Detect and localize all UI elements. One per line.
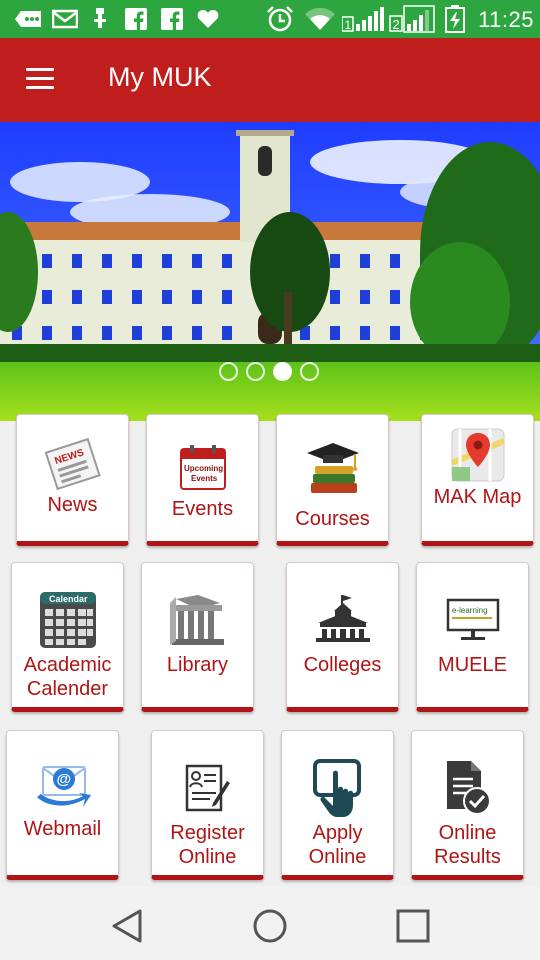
tile-colleges[interactable]: Colleges (286, 562, 399, 712)
app-bar: My MUK (0, 38, 540, 122)
tile-webmail[interactable]: @ Webmail (6, 730, 119, 880)
tile-label: Webmail (23, 818, 102, 840)
system-nav-bar (0, 886, 540, 960)
tile-label: Library (166, 654, 229, 676)
carousel-dot-1[interactable] (219, 362, 238, 381)
banner-carousel[interactable] (0, 122, 540, 421)
tile-courses[interactable]: Courses (276, 414, 389, 546)
recents-square-icon[interactable] (393, 906, 433, 946)
status-time: 11:25 (478, 7, 534, 32)
messaging-icon (14, 7, 44, 31)
calendar-icon: Calendar (39, 592, 96, 648)
tile-label: Register Online (170, 822, 245, 868)
home-circle-icon[interactable] (250, 906, 290, 946)
facebook-icon (124, 7, 148, 31)
wifi-icon (304, 7, 336, 31)
alarm-icon (265, 6, 295, 32)
document-check-icon (446, 761, 491, 815)
carousel-dot-2[interactable] (246, 362, 265, 381)
signal-sim2-icon: 2 (389, 5, 435, 33)
facebook-icon (160, 7, 184, 31)
signal-sim1-icon: 1 (342, 7, 386, 32)
tile-label: Apply Online (308, 822, 367, 868)
tap-touch-icon (312, 759, 361, 817)
sim1-label: 1 (345, 18, 352, 32)
tile-muele[interactable]: e-learning MUELE (416, 562, 529, 712)
tile-academic-calender[interactable]: Calendar Academic Calender (11, 562, 124, 712)
tile-mak-map[interactable]: MAK Map (421, 414, 534, 546)
hamburger-menu-icon[interactable] (24, 66, 58, 92)
library-building-icon (169, 595, 224, 645)
usb-icon (90, 7, 110, 31)
tile-news[interactable]: NEWS News (16, 414, 129, 546)
newspaper-icon: NEWS (44, 437, 101, 491)
elearning-badge: e-learning (452, 606, 488, 615)
events-badge-line2: Events (191, 474, 218, 483)
tile-online-results[interactable]: Online Results (411, 730, 524, 880)
elearning-screen-icon: e-learning (446, 598, 499, 640)
sim2-label: 2 (393, 17, 400, 32)
tile-label: MUELE (438, 654, 507, 676)
back-triangle-icon[interactable] (108, 906, 148, 946)
events-calendar-icon: Upcoming Events (179, 445, 226, 490)
tile-apply-online[interactable]: Apply Online (281, 730, 394, 880)
tile-label: Events (171, 498, 234, 520)
tile-events[interactable]: Upcoming Events Events (146, 414, 259, 546)
college-building-icon (315, 595, 370, 642)
carousel-dot-4[interactable] (300, 362, 319, 381)
carousel-dot-3[interactable] (273, 362, 292, 381)
battery-charging-icon (444, 5, 466, 33)
map-pin-icon (450, 428, 505, 482)
status-bar: 1 2 11:25 (0, 0, 540, 38)
heart-icon (196, 7, 220, 31)
calendar-badge: Calendar (49, 594, 88, 604)
at-glyph: @ (56, 771, 71, 788)
graduation-cap-books-icon (306, 443, 359, 493)
carousel-indicators (219, 362, 319, 382)
tile-label: MAK Map (433, 486, 522, 508)
tile-label: Colleges (303, 654, 382, 676)
tile-register-online[interactable]: Register Online (151, 730, 264, 880)
events-badge: Upcoming (184, 464, 223, 473)
page-title: My MUK (108, 62, 212, 92)
tile-label: Online Results (434, 822, 501, 868)
tile-label: Courses (295, 508, 370, 530)
tile-label: News (47, 494, 98, 516)
email-icon (52, 7, 78, 31)
registration-form-icon (185, 764, 230, 812)
email-at-icon: @ (36, 766, 91, 807)
tile-label: Academic Calender (23, 654, 112, 700)
tile-library[interactable]: Library (141, 562, 254, 712)
